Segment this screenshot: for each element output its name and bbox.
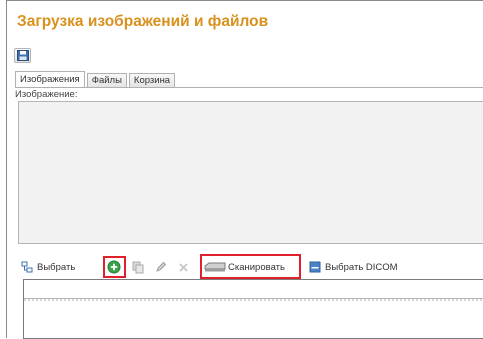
tab-trash[interactable]: Корзина — [128, 73, 176, 87]
form-window: Загрузка изображений и файлов Изображени… — [6, 0, 483, 339]
tab-bar: Изображения Файлы Корзина — [15, 71, 177, 87]
image-preview-area — [18, 101, 483, 244]
select-dicom-button[interactable]: Выбрать DICOM — [309, 257, 398, 277]
tab-divider — [15, 87, 483, 88]
delete-icon — [179, 262, 188, 272]
results-header — [24, 280, 483, 299]
image-label: Изображение: — [15, 89, 78, 100]
select-icon — [21, 261, 33, 272]
select-button[interactable]: Выбрать — [21, 257, 75, 277]
floppy-disk-icon — [17, 50, 29, 61]
edit-button[interactable] — [155, 257, 167, 277]
tab-images[interactable]: Изображения — [15, 71, 85, 87]
scan-button-highlight — [200, 254, 301, 279]
tab-files[interactable]: Файлы — [86, 73, 127, 87]
delete-button[interactable] — [178, 257, 189, 277]
actions-toolbar: Выбрать Сканировать Выбрать DICOM — [21, 254, 483, 279]
select-dicom-label: Выбрать DICOM — [325, 261, 398, 273]
results-separator — [24, 299, 483, 301]
scan-results-list[interactable] — [23, 279, 483, 339]
add-button-highlight — [103, 256, 126, 278]
save-button[interactable] — [14, 48, 31, 63]
copy-icon — [132, 261, 144, 273]
dicom-icon — [309, 261, 321, 273]
select-button-label: Выбрать — [37, 261, 76, 273]
edit-icon — [156, 261, 167, 272]
window-title: Загрузка изображений и файлов — [17, 13, 269, 30]
copy-button[interactable] — [132, 257, 145, 277]
